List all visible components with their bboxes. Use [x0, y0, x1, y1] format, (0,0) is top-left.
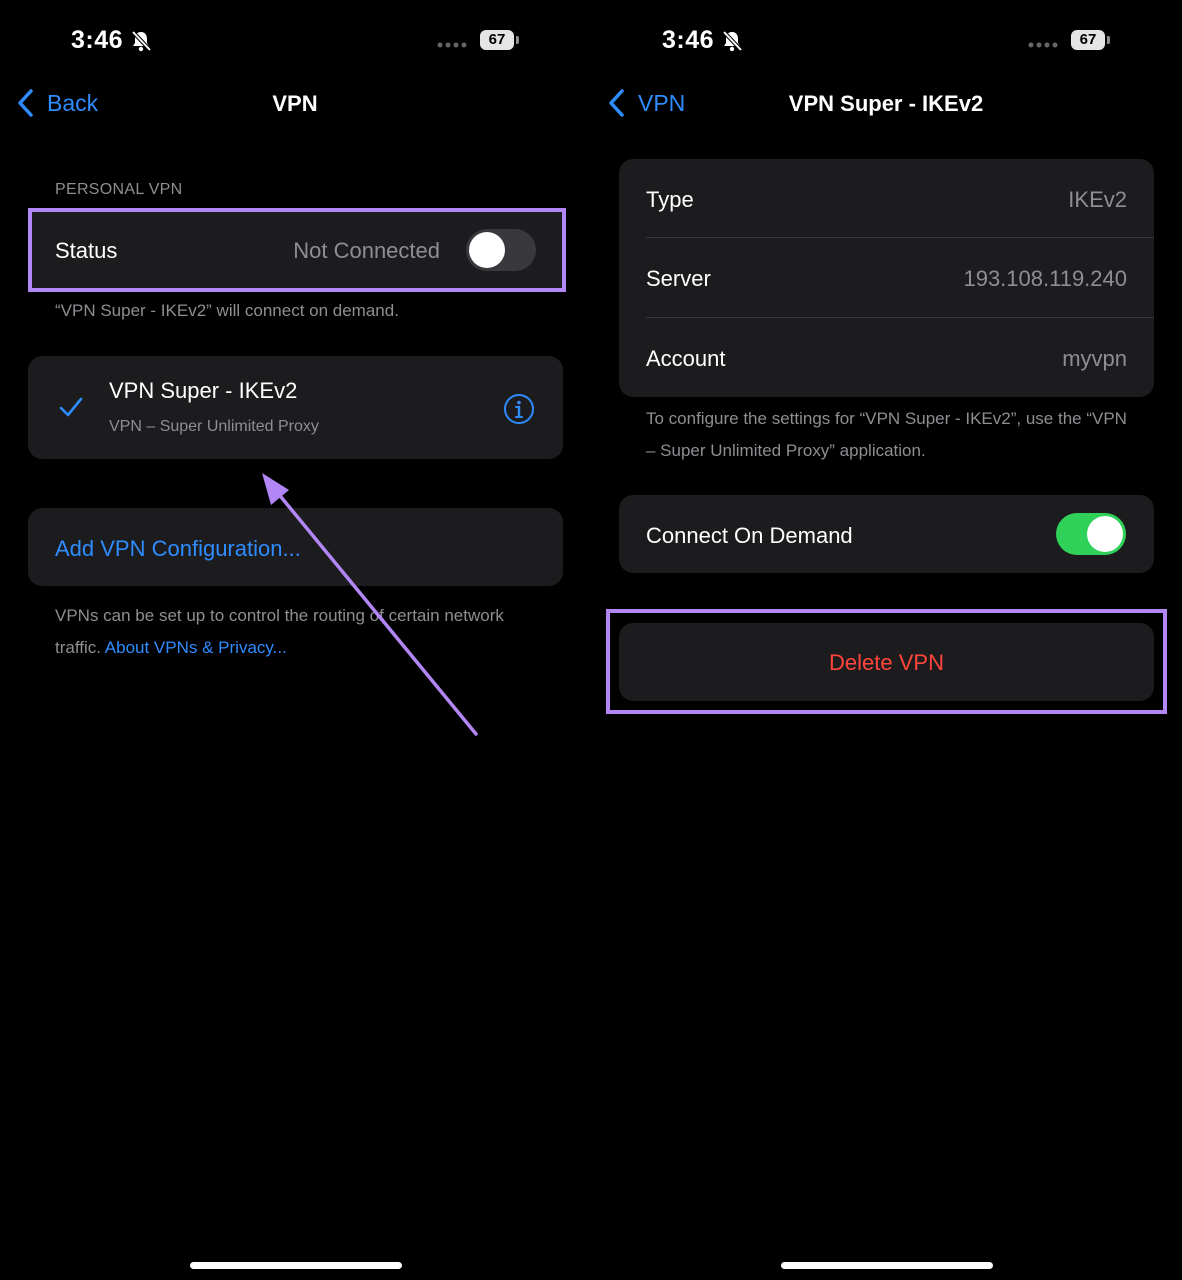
battery-icon: 67	[1071, 30, 1110, 50]
back-label: VPN	[638, 89, 686, 116]
toggle-knob	[1087, 516, 1123, 552]
detail-label: Account	[646, 346, 726, 371]
annotation-arrow	[262, 473, 478, 736]
silent-bell-icon	[722, 30, 743, 52]
detail-value: 193.108.119.240	[963, 266, 1127, 291]
status-time: 3:46	[662, 26, 715, 54]
connect-on-demand-toggle[interactable]	[1056, 513, 1126, 555]
vpn-detail-screen: 3:46 67 VPN VPN Super - IKEv2 Type IKEv2…	[591, 0, 1182, 1280]
chevron-left-icon	[609, 89, 624, 117]
config-note: To configure the settings for “VPN Super…	[646, 409, 1127, 460]
vpn-details-card: Type IKEv2 Server 193.108.119.240 Accoun…	[619, 159, 1154, 397]
detail-label: Server	[646, 266, 711, 291]
highlight-box	[606, 609, 1167, 714]
home-indicator	[190, 1262, 402, 1269]
cellular-signal-icon	[1028, 42, 1058, 48]
back-button[interactable]: VPN	[607, 88, 685, 118]
connect-on-demand-row: Connect On Demand	[619, 495, 1154, 573]
detail-row-account: Account myvpn	[619, 318, 1154, 397]
vpn-list-screen: 3:46 67 Back VPN PERSONAL VPN Status Not…	[0, 0, 591, 1280]
detail-value: IKEv2	[1068, 187, 1127, 212]
detail-row-server: Server 193.108.119.240	[619, 238, 1154, 318]
detail-label: Type	[646, 187, 694, 212]
page-title: VPN Super - IKEv2	[788, 91, 984, 116]
connect-on-demand-label: Connect On Demand	[646, 523, 853, 548]
detail-value: myvpn	[1062, 346, 1127, 371]
detail-row-type: Type IKEv2	[619, 159, 1154, 238]
home-indicator	[781, 1262, 993, 1269]
